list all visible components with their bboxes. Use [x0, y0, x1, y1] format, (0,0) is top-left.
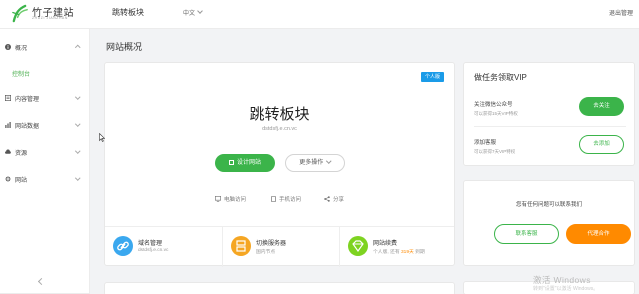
- more-actions-button[interactable]: 更多操作: [285, 154, 345, 172]
- domain-management-sub: dstdsfj.e.cn.vc: [138, 248, 169, 253]
- site-name: 跳转板块: [249, 106, 310, 123]
- desktop-visit-label: 电脑访问: [224, 197, 247, 203]
- add-service-button[interactable]: 去添加: [579, 135, 624, 154]
- agent-cooperation-button[interactable]: 代理合作: [566, 224, 631, 244]
- switch-server-title: 切换服务器: [256, 241, 287, 247]
- diamond-icon: [348, 236, 368, 256]
- chevron-down-icon: [197, 8, 203, 14]
- sidebar: 概况 控制台 内容管理 网站数据 资源 网站: [0, 29, 90, 294]
- server-icon: [231, 236, 251, 256]
- site-renewal-title: 网站续费: [373, 241, 398, 247]
- logo-subtitle: ZHUZI JIANZHAN: [32, 16, 68, 20]
- language-selector[interactable]: 中文: [183, 8, 203, 17]
- site-card-footer: 域名管理 dstdsfj.e.cn.vc 切换服务器 国内节点 网站续费 个人版…: [105, 226, 456, 267]
- info-icon: [5, 44, 11, 50]
- sidebar-item-content[interactable]: 内容管理: [0, 92, 90, 106]
- sidebar-item-label: 网站: [15, 178, 28, 184]
- phone-icon: [271, 196, 276, 202]
- link-icon: [113, 236, 133, 256]
- vip-tasks-card: 做任务领取VIP 关注微信公众号 可以获得15天VIP特权 去关注 添加客服 可…: [463, 62, 635, 166]
- sidebar-item-label: 资源: [15, 151, 28, 157]
- vip-task-title: 关注微信公众号: [474, 102, 513, 108]
- vip-task-wechat: 关注微信公众号 可以获得15天VIP特权 去关注: [474, 97, 624, 124]
- vip-task-service: 添加客服 可以获得7天VIP特权 去添加: [474, 135, 624, 162]
- sidebar-subitem-dashboard[interactable]: 控制台: [12, 69, 30, 78]
- switch-server[interactable]: 切换服务器 国内节点: [222, 227, 339, 267]
- sidebar-item-label: 概况: [15, 46, 28, 52]
- contact-service-button[interactable]: 联系客服: [494, 224, 559, 244]
- sidebar-item-website[interactable]: 网站: [0, 173, 90, 187]
- sidebar-item-resources[interactable]: 资源: [0, 146, 90, 160]
- vip-title: 做任务领取VIP: [474, 73, 527, 82]
- logo[interactable]: 竹子建站 ZHUZI JIANZHAN: [10, 3, 90, 25]
- chevron-down-icon: [326, 158, 332, 164]
- sidebar-item-overview[interactable]: 概况: [0, 41, 90, 55]
- more-actions-label: 更多操作: [299, 160, 324, 166]
- design-site-label: 设计网站: [236, 160, 261, 166]
- site-renewal-sub: 个人版, 还有 319天 到期: [373, 248, 425, 255]
- site-renewal[interactable]: 网站续费 个人版, 还有 319天 到期: [339, 227, 456, 267]
- collapse-sidebar-icon[interactable]: [37, 277, 46, 286]
- renewal-days: 319天: [401, 250, 414, 255]
- sidebar-item-site-data[interactable]: 网站数据: [0, 119, 90, 133]
- sidebar-item-label: 网站数据: [15, 124, 40, 130]
- mobile-visit-label: 手机访问: [279, 197, 302, 203]
- vip-task-sub: 可以获得7天VIP特权: [474, 149, 516, 154]
- bamboo-logo-icon: [12, 4, 28, 23]
- follow-button[interactable]: 去关注: [579, 97, 624, 116]
- chevron-down-icon: [74, 121, 80, 127]
- design-icon: [228, 159, 234, 165]
- chevron-down-icon: [74, 148, 80, 154]
- divider: [474, 126, 626, 127]
- gear-icon: [5, 176, 11, 182]
- renewal-prefix: 个人版, 还有: [373, 250, 400, 255]
- sidebar-item-label: 内容管理: [15, 97, 40, 103]
- chevron-down-icon: [74, 94, 80, 100]
- bottom-card-left: [104, 282, 455, 294]
- chart-icon: [5, 122, 11, 128]
- domain-management[interactable]: 域名管理 dstdsfj.e.cn.vc: [105, 227, 222, 267]
- vip-task-title: 添加客服: [474, 140, 497, 146]
- monitor-icon: [215, 196, 221, 202]
- language-label: 中文: [183, 11, 196, 17]
- content-icon: [5, 95, 11, 101]
- share-label: 分享: [333, 197, 345, 203]
- mouse-cursor-icon: [99, 133, 105, 142]
- site-title: 跳转板块: [112, 8, 144, 17]
- share-link[interactable]: 分享: [324, 195, 344, 203]
- share-icon: [324, 196, 330, 202]
- switch-server-sub: 国内节点: [256, 250, 276, 255]
- chevron-up-icon: [74, 45, 80, 51]
- renewal-suffix: 到期: [415, 250, 425, 255]
- domain-management-title: 域名管理: [138, 241, 163, 247]
- page-title: 网站概况: [106, 42, 143, 52]
- chevron-down-icon: [74, 175, 80, 181]
- vip-task-sub: 可以获得15天VIP特权: [474, 111, 518, 116]
- design-site-button[interactable]: 设计网站: [215, 154, 275, 172]
- contact-card: 您有任何问题可以联系我们 联系客服 代理合作: [463, 180, 635, 266]
- desktop-visit-link[interactable]: 电脑访问: [215, 195, 246, 203]
- cloud-icon: [5, 149, 11, 154]
- site-overview-card: 个人版 跳转板块 dstdsfj.e.cn.vc 设计网站 更多操作 电脑访问 …: [104, 62, 456, 267]
- mobile-visit-link[interactable]: 手机访问: [271, 195, 301, 203]
- top-bar: 竹子建站 ZHUZI JIANZHAN 跳转板块 中文 退出管理: [0, 0, 639, 29]
- contact-text: 您有任何问题可以联系我们: [515, 202, 582, 208]
- activation-watermark-sub: 转到"设置"以激活 Windows。: [533, 286, 599, 292]
- logout-link[interactable]: 退出管理: [609, 8, 633, 17]
- plan-badge: 个人版: [420, 72, 444, 82]
- site-domain: dstdsfj.e.cn.vc: [262, 126, 297, 132]
